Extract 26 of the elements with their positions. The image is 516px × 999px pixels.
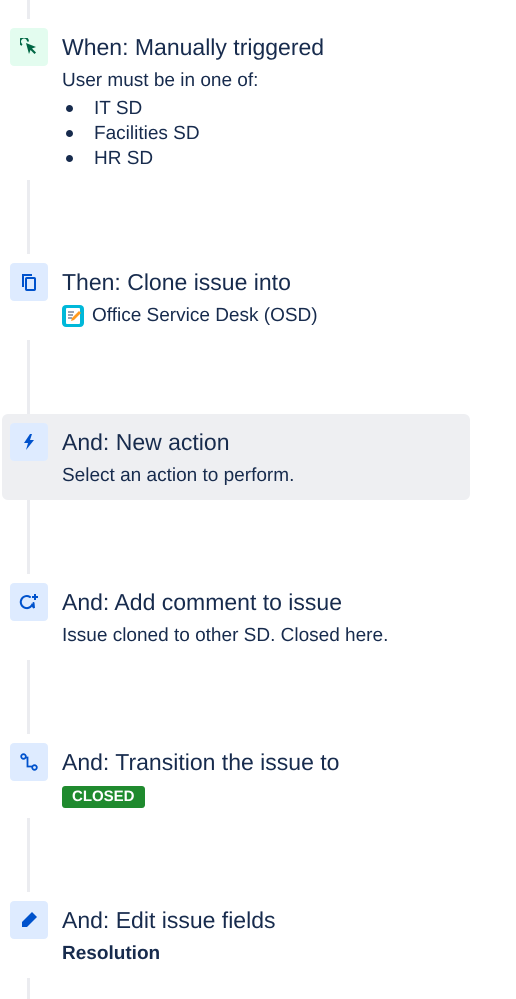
group-name: HR SD xyxy=(94,147,154,171)
pencil-icon xyxy=(20,911,38,929)
copy-icon xyxy=(21,273,37,291)
cursor-icon xyxy=(20,38,38,56)
step-description: Issue cloned to other SD. Closed here. xyxy=(62,624,388,648)
rule-step[interactable]: And: New action Select an action to perform. xyxy=(2,414,470,500)
group-name: IT SD xyxy=(94,97,142,121)
notepad-icon xyxy=(62,305,84,327)
bullet-icon xyxy=(66,130,73,137)
step-description: User must be in one of: xyxy=(62,69,260,93)
path-icon xyxy=(20,753,38,771)
bullet-icon xyxy=(66,105,73,112)
field-name: Resolution xyxy=(62,942,162,966)
step-description: Select an action to perform. xyxy=(62,464,294,488)
step-title: And: New action xyxy=(62,428,230,457)
step-title: And: Transition the issue to xyxy=(62,748,340,777)
step-title: Then: Clone issue into xyxy=(62,268,292,297)
bullet-icon xyxy=(66,155,73,162)
comment-icon xyxy=(19,593,39,611)
lightning-icon xyxy=(23,434,35,450)
step-title: And: Add comment to issue xyxy=(62,588,343,617)
project-name: Office Service Desk (OSD) xyxy=(92,304,318,328)
step-title: And: Edit issue fields xyxy=(62,906,276,935)
status-lozenge: CLOSED xyxy=(62,786,145,808)
group-name: Facilities SD xyxy=(94,122,200,146)
step-title: When: Manually triggered xyxy=(62,33,324,62)
